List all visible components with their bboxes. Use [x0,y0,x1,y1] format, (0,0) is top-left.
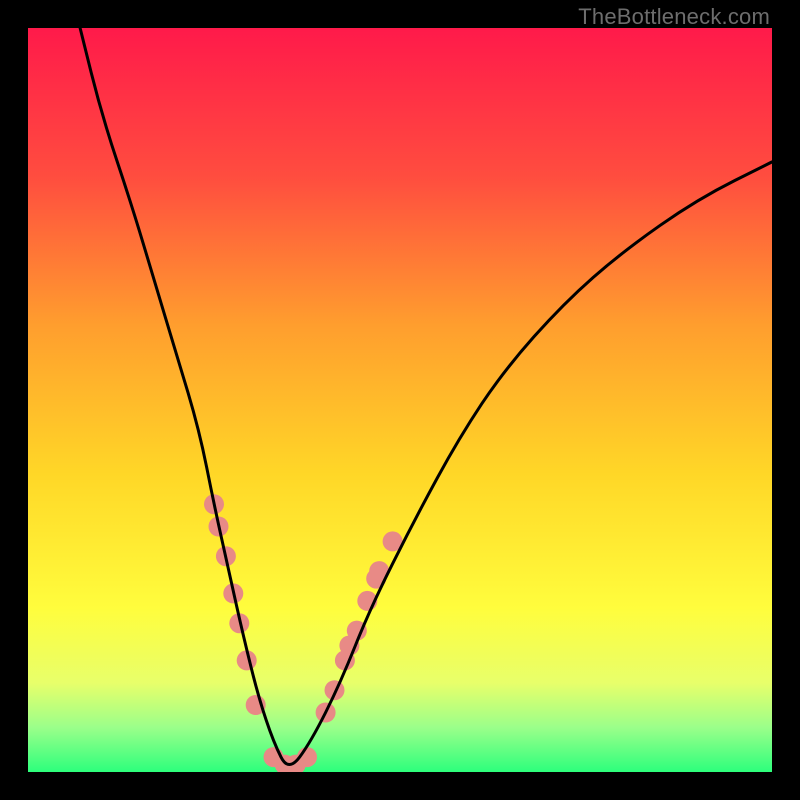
bottleneck-curve [80,28,772,765]
highlight-dots [204,494,403,772]
watermark-text: TheBottleneck.com [578,4,770,30]
chart-plot [28,28,772,772]
chart-frame [28,28,772,772]
